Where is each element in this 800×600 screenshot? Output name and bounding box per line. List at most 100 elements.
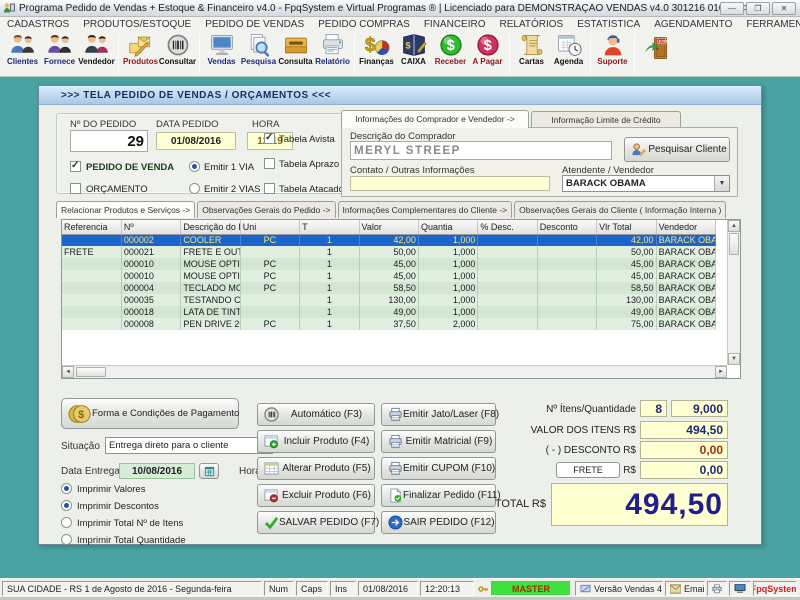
- column-header[interactable]: Descrição do Produto: [181, 220, 240, 234]
- excluir-produto-button[interactable]: Excluir Produto (F6): [257, 484, 375, 507]
- column-header[interactable]: Desconto: [537, 220, 596, 234]
- emitir-cupom-button[interactable]: Emitir CUPOM (F10): [381, 457, 496, 480]
- frete-field[interactable]: 0,00: [640, 461, 728, 479]
- toolbar-button-pesquisa[interactable]: Pesquisa: [240, 32, 277, 76]
- pesquisar-cliente-button[interactable]: Pesquisar Cliente: [624, 137, 730, 162]
- status-monitor[interactable]: [729, 581, 751, 596]
- tab-limite-credito[interactable]: Informação Limite de Crédito: [531, 111, 681, 128]
- menu-item[interactable]: AGENDAMENTO: [647, 19, 739, 30]
- calendar-button[interactable]: [199, 463, 219, 479]
- status-email[interactable]: Email: [665, 581, 705, 596]
- toolbar-button-apagar[interactable]: $ A Pagar: [469, 32, 506, 76]
- close-button[interactable]: ✕: [772, 2, 796, 15]
- column-header[interactable]: Quantia: [418, 220, 477, 234]
- pedido-venda-checkbox[interactable]: [70, 161, 81, 172]
- automatico-button[interactable]: Automático (F3): [257, 403, 375, 426]
- column-header[interactable]: Referencia: [62, 220, 121, 234]
- sair-pedido-button[interactable]: SAIR PEDIDO (F12): [381, 511, 496, 534]
- orcamento-checkbox[interactable]: [70, 183, 81, 194]
- column-header[interactable]: T: [300, 220, 359, 234]
- toolbar-button-clientes[interactable]: Clientes: [4, 32, 41, 76]
- menu-item[interactable]: FERRAMENTAS: [739, 19, 800, 30]
- vscroll-thumb[interactable]: [729, 233, 739, 255]
- column-header[interactable]: Uni: [240, 220, 299, 234]
- horizontal-scrollbar[interactable]: ◄ ►: [62, 365, 727, 378]
- print-option[interactable]: Imprimir Total Nº de Itens: [61, 516, 231, 533]
- tab-comprador-vendedor[interactable]: Informações do Comprador e Vendedor ->: [341, 110, 529, 128]
- menu-item[interactable]: RELATÓRIOS: [493, 19, 571, 30]
- toolbar-button-relatorio[interactable]: Relatório: [314, 32, 351, 76]
- column-header[interactable]: Vlr Total: [597, 220, 656, 234]
- column-header[interactable]: Valor: [359, 220, 418, 234]
- toolbar-button-financas[interactable]: $ Finanças: [358, 32, 395, 76]
- tabela-avista-checkbox[interactable]: [264, 133, 275, 144]
- emitir-1via-radio[interactable]: [189, 161, 200, 172]
- atendente-dropdown[interactable]: BARACK OBAMA ▼: [562, 175, 730, 192]
- column-header[interactable]: % Desc.: [478, 220, 537, 234]
- toolbar-button-fornecedor[interactable]: Fornece: [41, 32, 78, 76]
- scroll-up-arrow[interactable]: ▲: [728, 220, 740, 232]
- toolbar-button-vendas[interactable]: Vendas: [203, 32, 240, 76]
- toolbar-button-vendedor[interactable]: Vendedor: [78, 32, 115, 76]
- restore-button[interactable]: ❐: [746, 2, 770, 15]
- column-header[interactable]: Nº: [121, 220, 180, 234]
- pagamento-button[interactable]: $ Forma e Condições de Pagamento: [61, 398, 239, 429]
- product-section-tab[interactable]: Observações Gerais do Pedido ->: [197, 201, 335, 218]
- scroll-right-arrow[interactable]: ►: [715, 366, 727, 378]
- situacao-dropdown[interactable]: Entrega direto para o cliente ▼: [105, 437, 273, 454]
- table-row[interactable]: 000010 MOUSE OPTICO PC 1 45,00 1,000 45,…: [62, 270, 716, 282]
- menu-item[interactable]: ESTATISTICA: [570, 19, 647, 30]
- product-section-tab[interactable]: Observações Gerais do Cliente ( Informaç…: [514, 201, 726, 218]
- table-row[interactable]: 000008 PEN DRIVE 2G PC 1 37,50 2,000 75,…: [62, 318, 716, 330]
- toolbar-button-sair[interactable]: EXIT: [638, 32, 675, 76]
- data-entrega-field[interactable]: 10/08/2016: [119, 463, 195, 479]
- order-number-field[interactable]: 29: [70, 130, 148, 152]
- print-option[interactable]: Imprimir Total Quantidade: [61, 533, 231, 550]
- contato-field[interactable]: [350, 176, 550, 191]
- salvar-pedido-button[interactable]: SALVAR PEDIDO (F7): [257, 511, 375, 534]
- hscroll-thumb[interactable]: [76, 367, 106, 377]
- minimize-button[interactable]: —: [720, 2, 744, 15]
- order-date-field[interactable]: 01/08/2016: [156, 132, 236, 150]
- table-row[interactable]: 000018 LATA DE TINTA 1 49,00 1,000 49,00…: [62, 306, 716, 318]
- print-option-radio[interactable]: [61, 483, 72, 494]
- table-row[interactable]: FRETE 000021 FRETE E OUTROS CARRETOS 1 5…: [62, 246, 716, 258]
- column-header[interactable]: Vendedor: [656, 220, 715, 234]
- menu-item[interactable]: PEDIDO COMPRAS: [311, 19, 417, 30]
- toolbar-button-consultar[interactable]: Consultar: [159, 32, 196, 76]
- print-option[interactable]: Imprimir Valores: [61, 482, 231, 499]
- menu-item[interactable]: CADASTROS: [0, 19, 76, 30]
- menu-item[interactable]: PRODUTOS/ESTOQUE: [76, 19, 198, 30]
- menu-item[interactable]: PEDIDO DE VENDAS: [198, 19, 311, 30]
- print-option-radio[interactable]: [61, 500, 72, 511]
- print-option-radio[interactable]: [61, 517, 72, 528]
- toolbar-button-suporte[interactable]: Suporte: [594, 32, 631, 76]
- scroll-down-arrow[interactable]: ▼: [728, 353, 740, 365]
- product-section-tab[interactable]: Informações Complementares do Cliente ->: [338, 201, 513, 218]
- toolbar-button-receber[interactable]: $ Receber: [432, 32, 469, 76]
- toolbar-button-cartas[interactable]: Cartas: [513, 32, 550, 76]
- menu-item[interactable]: FINANCEIRO: [417, 19, 493, 30]
- scroll-left-arrow[interactable]: ◄: [62, 366, 74, 378]
- table-row[interactable]: 000004 TECLADO MODERNO 102 ABNT PC 1 58,…: [62, 282, 716, 294]
- cell-numero: 000004: [121, 282, 180, 294]
- vertical-scrollbar[interactable]: ▲ ▼: [727, 220, 740, 365]
- table-row[interactable]: 000010 MOUSE OPTICO PC 1 45,00 1,000 45,…: [62, 258, 716, 270]
- tabela-aprazo-checkbox[interactable]: [264, 158, 275, 169]
- tabela-atacado-checkbox[interactable]: [264, 183, 275, 194]
- print-option[interactable]: Imprimir Descontos: [61, 499, 231, 516]
- toolbar-button-caixa[interactable]: $ CAIXA: [395, 32, 432, 76]
- product-section-tab[interactable]: Relacionar Produtos e Serviços ->: [56, 201, 195, 218]
- toolbar-button-produtos[interactable]: Produtos: [122, 32, 159, 76]
- toolbar-button-consulta[interactable]: Consulta: [277, 32, 314, 76]
- status-printer[interactable]: [707, 581, 727, 596]
- print-option-radio[interactable]: [61, 534, 72, 545]
- desconto-field[interactable]: 0,00: [640, 441, 728, 459]
- alterar-produto-button[interactable]: Alterar Produto (F5): [257, 457, 375, 480]
- emitir-2vias-radio[interactable]: [189, 183, 200, 194]
- table-row[interactable]: 000002 COOLER PC 1 42,00 1,000 42,00 BAR…: [62, 234, 716, 246]
- table-row[interactable]: 000035 TESTANDO CADASTRO 1 130,00 1,000 …: [62, 294, 716, 306]
- toolbar-button-agenda[interactable]: Agenda: [550, 32, 587, 76]
- incluir-produto-button[interactable]: Incluir Produto (F4): [257, 430, 375, 453]
- descricao-comprador-field[interactable]: MERYL STREEP: [350, 141, 612, 160]
